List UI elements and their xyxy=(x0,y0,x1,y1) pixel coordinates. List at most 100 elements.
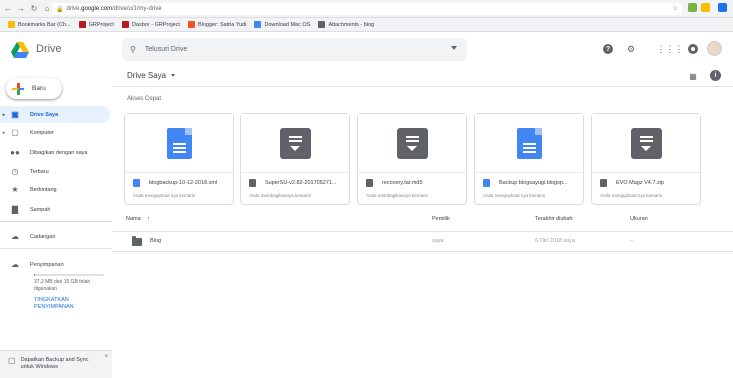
settings-gear-icon[interactable]: ⚙ xyxy=(624,42,638,56)
computer-icon: ▢ xyxy=(8,356,16,365)
card-thumbnail xyxy=(125,114,233,172)
url-prefix: drive. xyxy=(66,6,82,12)
bookmark-item[interactable]: Download Mac OS xyxy=(254,21,310,28)
column-name-header[interactable]: Nama ↑ xyxy=(126,216,150,222)
bookmark-star-icon[interactable]: ☆ xyxy=(673,5,678,12)
storage-usage-text: 37,2 MB dari 15 GB telah digunakan xyxy=(34,279,91,292)
archive-icon xyxy=(279,127,311,159)
upgrade-storage-link[interactable]: TINGKATKAN PENYIMPANAN xyxy=(34,297,104,311)
table-row[interactable]: Blog saya 6 Okt 2018 saya – xyxy=(112,232,733,252)
bookmark-item[interactable]: Bookmarks Bar (Ch... xyxy=(8,21,71,28)
storage-progress-bar xyxy=(34,274,104,276)
expand-arrow-icon[interactable]: ▸ xyxy=(0,130,8,136)
quick-access-card[interactable]: blogbackup-10-12-2018.xml Anda menguploa… xyxy=(124,113,234,205)
card-activity: Anda mengupload nya kemarin xyxy=(600,193,663,198)
search-input[interactable]: ⚲ Telusuri Drive xyxy=(122,38,467,61)
sidebar-item-shared[interactable]: ●● Dibagikan dengan saya xyxy=(0,144,112,161)
card-thumbnail xyxy=(241,114,349,172)
quick-access-card[interactable]: recovery.tar.md5 Anda membagikannya kema… xyxy=(357,113,467,205)
sidebar-item-label: Komputer xyxy=(30,129,54,136)
row-owner: saya xyxy=(432,238,444,244)
column-owner-header[interactable]: Pemilik xyxy=(432,216,450,222)
archive-icon xyxy=(600,179,607,187)
app-name[interactable]: Drive xyxy=(36,43,62,55)
quick-access-card[interactable]: EVO Magz V4.7.zip Anda mengupload nya ke… xyxy=(591,113,701,205)
promo-text: Dapatkan Backup and Sync untuk Windows xyxy=(20,357,89,370)
reload-icon[interactable]: ↻ xyxy=(29,4,39,14)
archive-icon xyxy=(396,127,428,159)
sidebar-item-storage[interactable]: ☁ Penyimpanan xyxy=(0,256,112,273)
bookmark-item[interactable]: Dasbor - GRProject xyxy=(121,21,180,28)
expand-arrow-icon[interactable]: ▸ xyxy=(0,112,8,118)
sidebar-item-label: Drive Saya xyxy=(30,111,59,118)
column-modified-header[interactable]: Terakhir diubah xyxy=(535,216,573,222)
plus-icon xyxy=(12,82,24,95)
url-path: /drive/u/1/my-drive xyxy=(112,6,162,12)
archive-icon xyxy=(249,179,256,187)
new-button-label: Baru xyxy=(32,85,46,92)
bookmark-item[interactable]: Blogger: Satria Yudi xyxy=(187,21,246,28)
extension-icon[interactable] xyxy=(701,3,710,12)
archive-icon xyxy=(366,179,373,187)
row-name: Blog xyxy=(150,238,162,244)
row-modified: 6 Okt 2018 saya xyxy=(535,238,576,244)
quick-access-card[interactable]: Backup blogsayugi.blogsp... Anda mengupl… xyxy=(474,113,584,205)
sidebar-item-my-drive[interactable]: ▸ ▣ Drive Saya xyxy=(0,106,110,123)
sidebar-item-computers[interactable]: ▸ ▢ Komputer xyxy=(0,124,112,141)
new-button[interactable]: Baru xyxy=(6,78,62,99)
search-icon: ⚲ xyxy=(130,45,136,54)
card-activity: Anda mengupload nya kemarin xyxy=(483,193,546,198)
star-icon: ★ xyxy=(11,185,19,194)
breadcrumb[interactable]: Drive Saya xyxy=(127,71,176,80)
row-size: – xyxy=(630,238,634,244)
drive-icon xyxy=(254,21,262,28)
sidebar-item-backups[interactable]: ☁ Cadangan xyxy=(0,228,112,245)
grid-view-icon[interactable]: ▦ xyxy=(687,70,699,82)
column-size-header[interactable]: Ukuran xyxy=(630,216,648,222)
bookmark-item[interactable]: Attachments - blog xyxy=(318,21,374,28)
drive-icon: ▣ xyxy=(11,110,19,119)
divider xyxy=(112,86,733,87)
computer-icon: ▢ xyxy=(11,128,19,137)
sidebar-item-label: Terbaru xyxy=(30,168,49,175)
sort-arrow-up-icon: ↑ xyxy=(147,216,150,222)
trash-icon: ▇ xyxy=(11,205,19,214)
extension-icon[interactable] xyxy=(688,3,697,12)
site-icon xyxy=(121,21,129,28)
drive-logo-icon[interactable] xyxy=(11,42,29,58)
search-placeholder: Telusuri Drive xyxy=(144,46,188,53)
sidebar-item-trash[interactable]: ▇ Sampah xyxy=(0,201,112,218)
chevron-down-icon xyxy=(171,74,176,77)
help-icon[interactable]: ? xyxy=(601,42,615,56)
back-icon[interactable]: ← xyxy=(3,4,13,14)
bookmark-item[interactable]: GRProject xyxy=(78,21,114,28)
home-icon[interactable]: ⌂ xyxy=(42,4,52,14)
backup-sync-promo[interactable]: ▢ Dapatkan Backup and Sync untuk Windows… xyxy=(0,350,112,378)
site-icon xyxy=(78,21,86,28)
card-file-name: SuperSU-v2.82-201705271... xyxy=(265,180,337,186)
info-icon[interactable]: i xyxy=(710,70,721,81)
people-icon: ●● xyxy=(10,148,20,157)
apps-grid-icon[interactable]: ⋮⋮⋮ xyxy=(657,42,684,56)
card-activity: Anda membagikannya kemarin xyxy=(366,193,429,198)
sidebar-item-recent[interactable]: ◷ Terbaru xyxy=(0,163,112,180)
document-icon xyxy=(133,179,140,187)
close-icon[interactable]: × xyxy=(104,354,108,361)
browser-toolbar: ← → ↻ ⌂ 🔒 drive. google.com/drive/u/1/my-… xyxy=(0,0,733,18)
card-file-name: recovery.tar.md5 xyxy=(382,180,423,186)
bookmarks-bar: Bookmarks Bar (Ch... GRProject Dasbor - … xyxy=(0,18,733,32)
download-icon[interactable] xyxy=(718,3,727,12)
document-icon xyxy=(483,179,490,187)
sidebar-item-label: Penyimpanan xyxy=(30,261,64,268)
avatar[interactable] xyxy=(707,41,722,56)
forward-icon[interactable]: → xyxy=(16,4,26,14)
folder-icon xyxy=(8,21,15,28)
sidebar-item-label: Cadangan xyxy=(30,233,56,240)
address-bar[interactable]: 🔒 drive. google.com/drive/u/1/my-drive ☆ xyxy=(52,3,682,15)
search-options-icon[interactable] xyxy=(451,46,457,50)
quick-access-card[interactable]: SuperSU-v2.82-201705271... Anda membagik… xyxy=(240,113,350,205)
notifications-icon[interactable] xyxy=(686,42,700,56)
sidebar-item-starred[interactable]: ★ Berbintang xyxy=(0,181,112,198)
cloud-icon: ☁ xyxy=(11,232,19,241)
url-host: google.com xyxy=(81,6,113,12)
